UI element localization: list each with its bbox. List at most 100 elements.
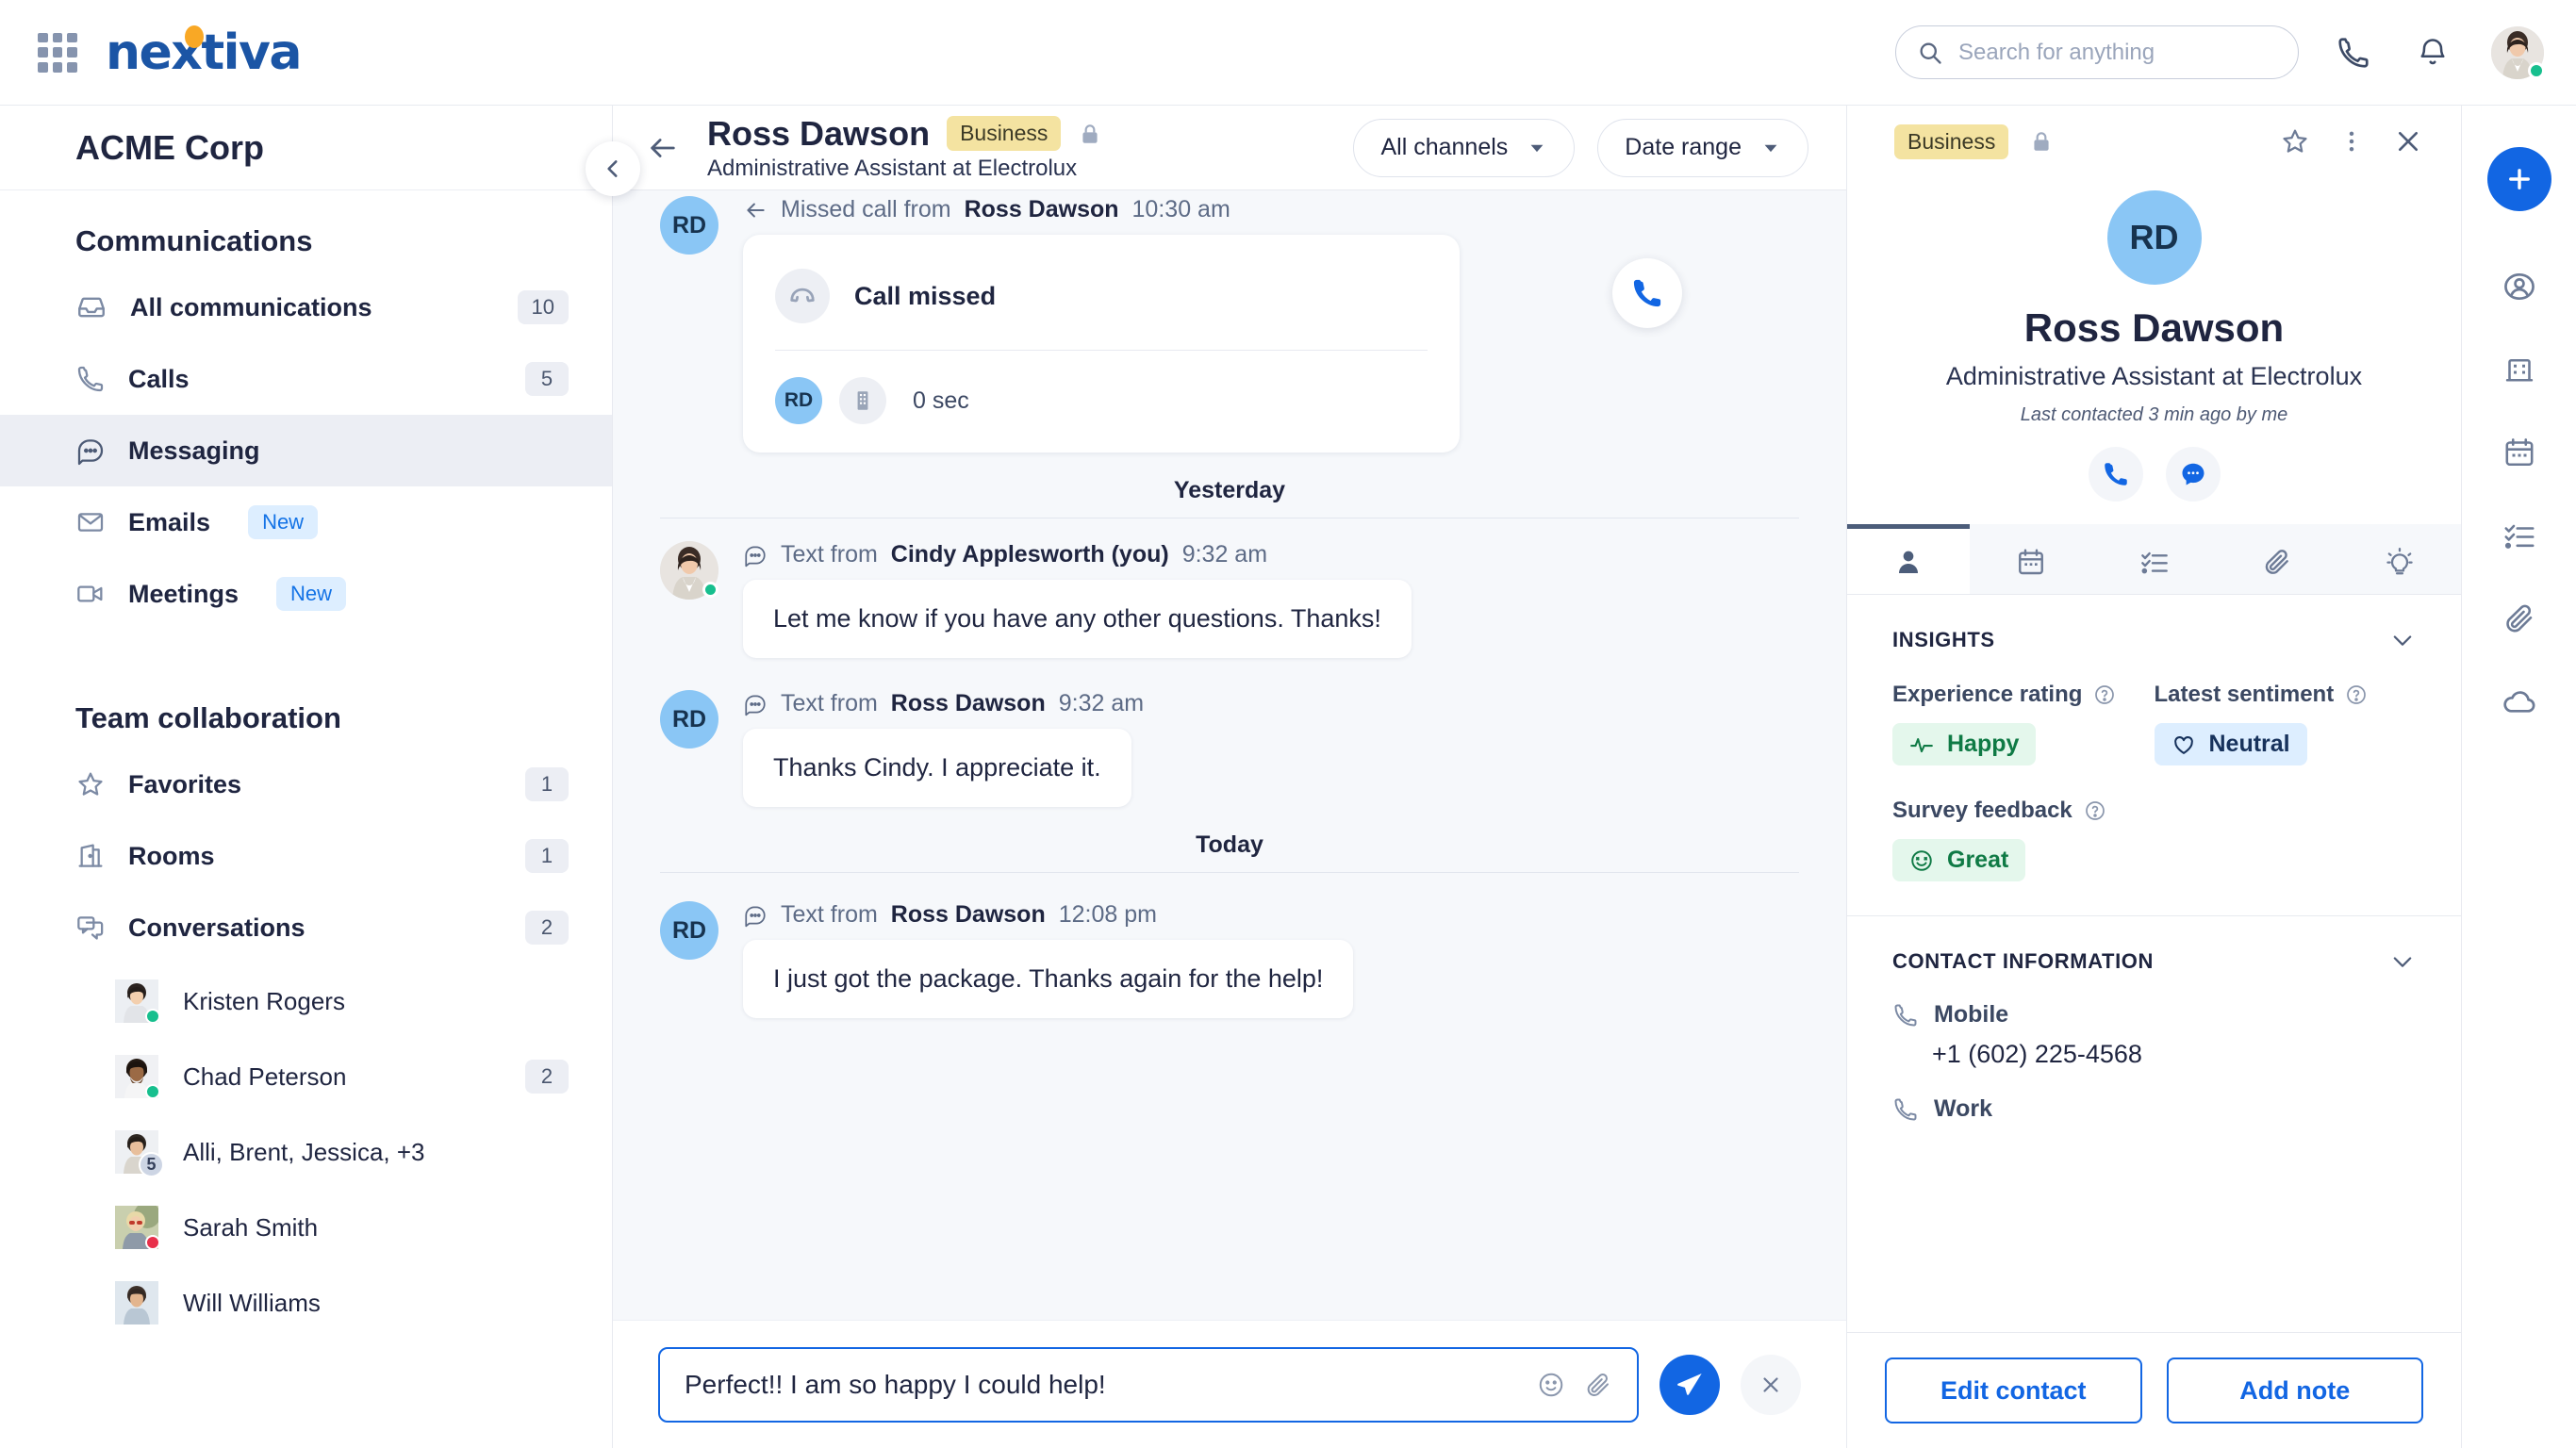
- top-bar: nextiva: [0, 0, 2576, 106]
- avatar: [115, 1206, 160, 1250]
- sidebar-item-messaging[interactable]: Messaging: [0, 415, 612, 486]
- composer-input-wrap[interactable]: [658, 1346, 1639, 1423]
- rail-files[interactable]: [2487, 586, 2551, 650]
- avatar-initials: RD: [671, 211, 707, 239]
- rail-contacts[interactable]: [2487, 255, 2551, 319]
- rail-accounts[interactable]: [2487, 337, 2551, 402]
- help-icon[interactable]: [2345, 683, 2368, 706]
- bell-icon[interactable]: [2408, 28, 2457, 77]
- tab-calendar[interactable]: [1970, 524, 2092, 594]
- logo-accent-dot: [185, 25, 204, 48]
- add-note-button[interactable]: Add note: [2166, 1358, 2423, 1423]
- status-dot: [145, 1009, 160, 1024]
- conversation-list-item[interactable]: Will Williams: [0, 1265, 612, 1341]
- message-contact-button[interactable]: [2165, 447, 2221, 502]
- contact-information-header: CONTACT INFORMATION: [1847, 916, 2461, 975]
- nextiva-logo[interactable]: nextiva: [106, 25, 303, 81]
- sidebar-item-calls[interactable]: Calls 5: [0, 343, 612, 415]
- paperclip-icon[interactable]: [1584, 1371, 1612, 1399]
- chat-bubble-icon: [743, 903, 768, 928]
- call-contact-button[interactable]: [2088, 447, 2143, 502]
- conversation-title-block: Ross Dawson Business Administrative Assi…: [707, 114, 1102, 182]
- phone-icon: [75, 364, 106, 394]
- tab-tasks[interactable]: [2092, 524, 2215, 594]
- contact-info-label: Work: [1934, 1095, 1993, 1122]
- message-prefix: Text from: [781, 901, 878, 928]
- tab-details[interactable]: [1847, 524, 1971, 594]
- conversation-header: Ross Dawson Business Administrative Assi…: [613, 106, 1846, 190]
- user-avatar[interactable]: [2491, 25, 2545, 79]
- edit-contact-button[interactable]: Edit contact: [1885, 1358, 2142, 1423]
- missed-call-sender: Ross Dawson: [964, 196, 1119, 222]
- back-arrow-icon[interactable]: [647, 132, 679, 164]
- conversation-subtitle: Administrative Assistant at Electrolux: [707, 155, 1078, 181]
- arrow-left-icon: [743, 198, 768, 222]
- sidebar-item-conversations[interactable]: Conversations 2: [0, 892, 612, 963]
- rail-calendar[interactable]: [2487, 420, 2551, 485]
- insights-row-2: Survey feedback Great: [1847, 765, 2461, 881]
- status-dot: [702, 582, 718, 598]
- sidebar-item-pill: New: [276, 577, 347, 611]
- sidebar-item-emails[interactable]: Emails New: [0, 486, 612, 558]
- emoji-icon[interactable]: [1537, 1371, 1565, 1399]
- sidebar-item-all-communications[interactable]: All communications 10: [0, 272, 612, 343]
- contact-info-label: Mobile: [1934, 1001, 2009, 1028]
- conversation-name: Kristen Rogers: [183, 986, 345, 1015]
- conversation-list-item[interactable]: Sarah Smith: [0, 1190, 612, 1265]
- more-vertical-icon[interactable]: [2338, 128, 2365, 155]
- day-separator-label: Today: [1196, 831, 1263, 858]
- date-range-filter-dropdown[interactable]: Date range: [1597, 118, 1808, 177]
- callback-button[interactable]: [1612, 258, 1682, 328]
- message-prefix: Text from: [781, 541, 878, 568]
- video-camera-icon: [75, 579, 106, 609]
- create-new-button[interactable]: [2486, 147, 2551, 211]
- tab-files[interactable]: [2216, 524, 2338, 594]
- help-icon[interactable]: [2093, 683, 2116, 706]
- tab-insights[interactable]: [2338, 524, 2461, 594]
- star-icon[interactable]: [2280, 126, 2310, 156]
- sidebar-item-label: Meetings: [128, 579, 239, 608]
- contact-info-value[interactable]: +1 (602) 225-4568: [1892, 1028, 2416, 1069]
- experience-rating-label-row: Experience rating: [1892, 682, 2155, 723]
- chevron-down-icon[interactable]: [2389, 948, 2416, 975]
- sidebar-item-meetings[interactable]: Meetings New: [0, 558, 612, 630]
- app-grid-icon[interactable]: [38, 32, 77, 73]
- conversations-icon: [75, 913, 106, 943]
- checklist-icon: [2139, 547, 2170, 577]
- latest-sentiment-chip: Neutral: [2154, 723, 2307, 765]
- contact-avatar: RD: [2106, 190, 2202, 285]
- door-icon: [75, 841, 106, 871]
- search-input[interactable]: [1958, 39, 2277, 66]
- sidebar-collapse-button[interactable]: [586, 141, 640, 196]
- channel-filter-dropdown[interactable]: All channels: [1353, 118, 1576, 177]
- rail-cloud[interactable]: [2487, 669, 2551, 733]
- conversation-list-item[interactable]: Chad Peterson 2: [0, 1039, 612, 1114]
- message-time: 9:32 am: [1058, 690, 1145, 716]
- close-icon[interactable]: [2393, 126, 2423, 156]
- app-body: ACME Corp Communications All communicati…: [0, 106, 2576, 1448]
- rail-tasks[interactable]: [2487, 503, 2551, 568]
- latest-sentiment-label-row: Latest sentiment: [2155, 682, 2417, 723]
- conversation-list-item[interactable]: Kristen Rogers: [0, 963, 612, 1039]
- chevron-down-icon[interactable]: [2389, 627, 2416, 653]
- sidebar-item-favorites[interactable]: Favorites 1: [0, 749, 612, 820]
- call-duration: 0 sec: [913, 387, 969, 414]
- conversation-filters: All channels Date range: [1353, 118, 1808, 177]
- missed-call-card-header: Call missed: [775, 261, 1428, 350]
- conversation-list-item[interactable]: 5 Alli, Brent, Jessica, +3: [0, 1114, 612, 1190]
- sidebar-item-rooms[interactable]: Rooms 1: [0, 820, 612, 892]
- global-search[interactable]: [1895, 25, 2299, 79]
- missed-call-meta: Missed call from Ross Dawson 10:30 am: [743, 196, 1799, 235]
- message-list[interactable]: RD Missed call from Ross Dawson 10:30 am: [613, 190, 1846, 1320]
- help-icon[interactable]: [2084, 799, 2106, 822]
- contact-info-row-work: Work: [1847, 1069, 2461, 1123]
- phone-icon[interactable]: [2329, 28, 2378, 77]
- message-bubble: Let me know if you have any other questi…: [743, 580, 1412, 658]
- message-row: RD Text from Ross Dawson 9:32 am Thanks …: [660, 658, 1799, 807]
- close-composer-button[interactable]: [1741, 1354, 1801, 1415]
- send-button[interactable]: [1660, 1354, 1720, 1415]
- sidebar-item-label: Favorites: [128, 769, 242, 798]
- message-input[interactable]: [685, 1369, 1518, 1400]
- message-meta: Text from Ross Dawson 12:08 pm: [743, 901, 1799, 940]
- missed-call-time: 10:30 am: [1131, 196, 1230, 222]
